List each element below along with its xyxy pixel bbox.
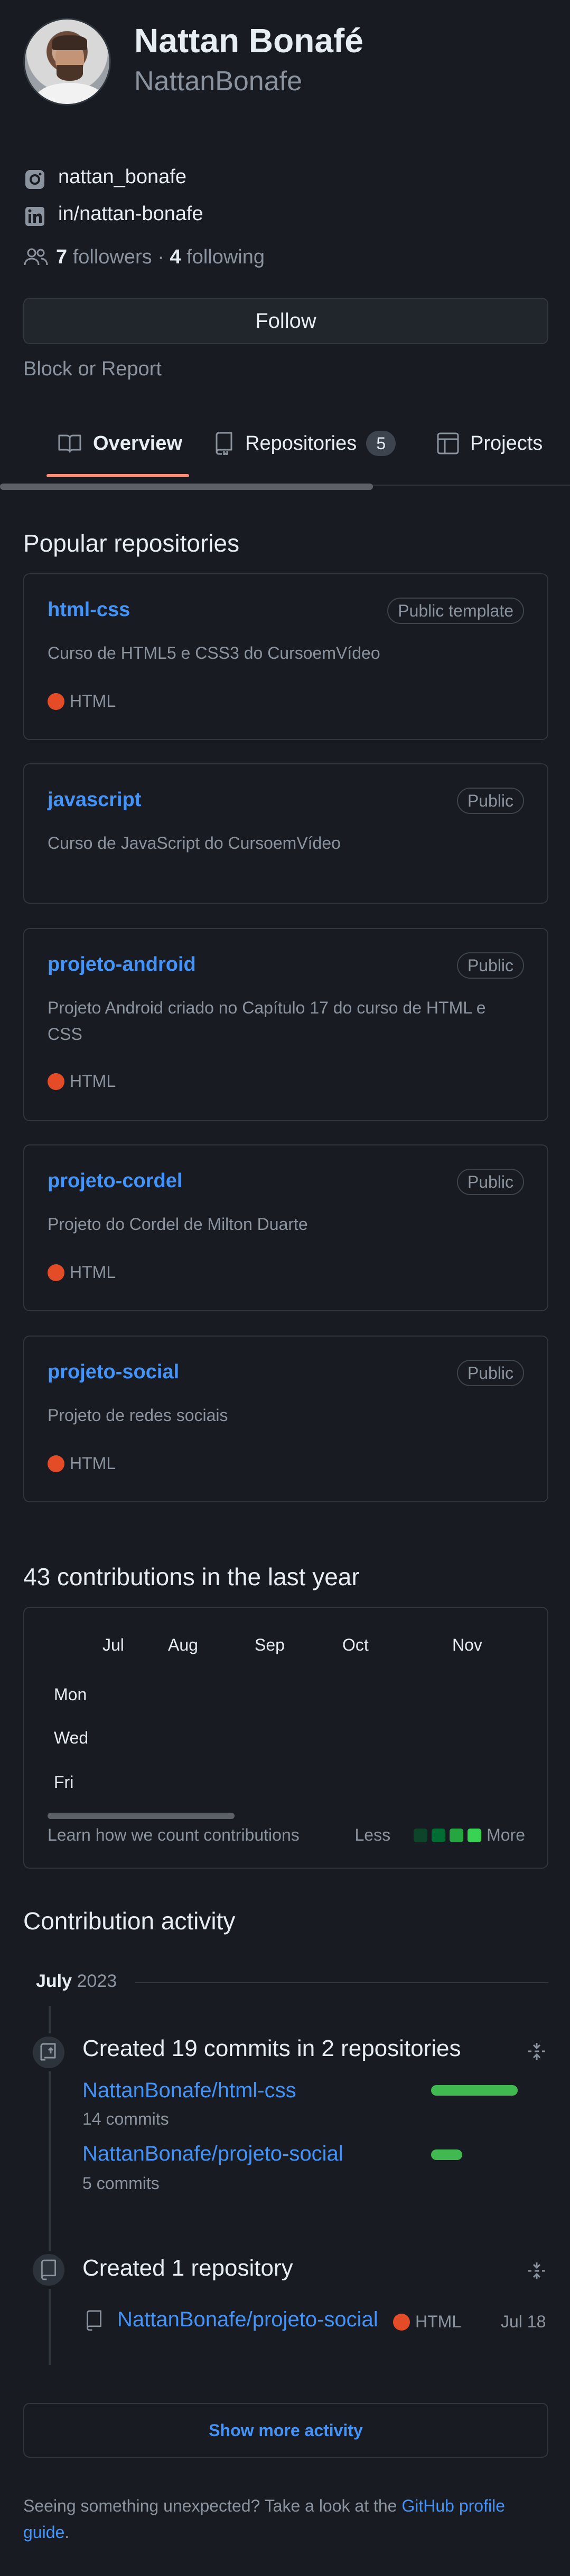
fold-icon[interactable] bbox=[526, 2041, 547, 2062]
visibility-badge: Public template bbox=[387, 598, 524, 624]
activity-month: July 2023 bbox=[35, 1971, 118, 1992]
calendar-day: Wed bbox=[54, 1728, 89, 1747]
created-repo-date: Jul 18 bbox=[501, 2312, 546, 2331]
calendar-month: Nov bbox=[452, 1635, 482, 1654]
calendar-month: Oct bbox=[342, 1635, 369, 1654]
calendar-day: Fri bbox=[54, 1773, 74, 1792]
legend-level-2 bbox=[432, 1828, 446, 1842]
instagram-icon bbox=[25, 170, 44, 189]
popular-repositories-heading: Popular repositories bbox=[23, 529, 240, 557]
people-icon bbox=[24, 248, 48, 266]
follow-stats: 7 followers · 4 following bbox=[23, 246, 265, 269]
language-color-dot bbox=[48, 1264, 64, 1281]
linkedin-icon bbox=[25, 207, 44, 226]
linkedin-link[interactable]: in/nattan-bonafe bbox=[58, 203, 203, 225]
commit-share-bar bbox=[431, 2149, 462, 2160]
visibility-badge: Public bbox=[456, 788, 524, 814]
tab-projects[interactable]: Projects bbox=[436, 429, 543, 458]
repositories-count: 5 bbox=[366, 431, 396, 456]
repo-icon bbox=[216, 432, 232, 455]
created-repo-link[interactable]: NattanBonafe/projeto-social bbox=[117, 2308, 378, 2332]
contribution-legend: Less More bbox=[354, 1825, 526, 1844]
language-color-dot bbox=[48, 1073, 64, 1090]
avatar[interactable] bbox=[23, 18, 111, 106]
calendar-month: Jul bbox=[102, 1635, 124, 1654]
contribution-activity-heading: Contribution activity bbox=[23, 1907, 236, 1935]
show-more-activity-button[interactable]: Show more activity bbox=[23, 2403, 548, 2458]
profile-login: NattanBonafe bbox=[134, 66, 303, 97]
tab-selected-indicator bbox=[46, 474, 189, 477]
repo-description: Curso de HTML5 e CSS3 do CursoemVídeo bbox=[48, 643, 380, 662]
tab-overview[interactable]: Overview bbox=[57, 429, 182, 458]
learn-contributions-link[interactable]: Learn how we count contributions bbox=[48, 1825, 300, 1845]
contributions-heading: 43 contributions in the last year bbox=[23, 1563, 360, 1590]
repo-card: html-css Public template Curso de HTML5 … bbox=[23, 573, 548, 740]
follow-button[interactable]: Follow bbox=[23, 298, 548, 344]
repo-link[interactable]: projeto-cordel bbox=[48, 1170, 182, 1192]
repo-language: HTML bbox=[48, 1454, 116, 1473]
tab-label: Repositories bbox=[245, 432, 357, 454]
footer-note: Seeing something unexpected? Take a look… bbox=[23, 2496, 505, 2542]
contribution-calendar: Jul Aug Sep Oct Nov Mon Wed Fri Learn ho… bbox=[23, 1607, 548, 1869]
block-report-link[interactable]: Block or Report bbox=[23, 358, 162, 381]
commits-event-title: Created 19 commits in 2 repositories bbox=[82, 2035, 461, 2061]
legend-level-4 bbox=[468, 1828, 482, 1842]
repo-language: HTML bbox=[48, 692, 116, 711]
tab-repositories[interactable]: Repositories 5 bbox=[213, 429, 396, 458]
language-color-dot bbox=[48, 1455, 64, 1472]
language-color-dot bbox=[48, 693, 64, 710]
tabs-scrollbar[interactable] bbox=[0, 484, 373, 490]
repo-description: Projeto de redes sociais bbox=[48, 1406, 228, 1425]
repo-language: HTML bbox=[48, 1072, 116, 1091]
commit-share-bar bbox=[431, 2085, 518, 2096]
language-color-dot bbox=[393, 2313, 410, 2331]
following-link[interactable]: 4 following bbox=[170, 246, 265, 268]
repo-event-icon bbox=[30, 2251, 68, 2289]
repo-event-title: Created 1 repository bbox=[82, 2255, 293, 2281]
repo-card: projeto-cordel Public Projeto do Cordel … bbox=[23, 1144, 548, 1311]
commit-count: 14 commits bbox=[82, 2109, 169, 2128]
repo-language: HTML bbox=[48, 1263, 116, 1282]
repo-link[interactable]: javascript bbox=[48, 789, 141, 811]
table-icon bbox=[437, 432, 459, 454]
repo-description: Projeto do Cordel de Milton Duarte bbox=[48, 1215, 308, 1234]
profile-name: Nattan Bonafé bbox=[134, 22, 363, 60]
repo-link[interactable]: html-css bbox=[48, 599, 130, 621]
visibility-badge: Public bbox=[456, 1169, 524, 1195]
followers-link[interactable]: 7 followers bbox=[56, 246, 152, 268]
commit-repo-link[interactable]: NattanBonafe/projeto-social bbox=[82, 2142, 343, 2166]
book-icon bbox=[58, 434, 81, 453]
repo-link[interactable]: projeto-social bbox=[48, 1361, 179, 1384]
legend-level-1 bbox=[414, 1828, 428, 1842]
calendar-month: Aug bbox=[168, 1635, 198, 1654]
legend-level-3 bbox=[450, 1828, 464, 1842]
calendar-month: Sep bbox=[255, 1635, 285, 1654]
repo-icon bbox=[87, 2310, 101, 2331]
commit-repo-link[interactable]: NattanBonafe/html-css bbox=[82, 2079, 296, 2103]
repo-link[interactable]: projeto-android bbox=[48, 953, 196, 976]
repo-description: Projeto Android criado no Capítulo 17 do… bbox=[48, 998, 486, 1044]
calendar-day: Mon bbox=[54, 1685, 87, 1704]
commit-count: 5 commits bbox=[82, 2174, 160, 2193]
month-divider bbox=[135, 1982, 548, 1983]
visibility-badge: Public bbox=[456, 952, 524, 979]
visibility-badge: Public bbox=[456, 1360, 524, 1386]
fold-icon[interactable] bbox=[526, 2260, 547, 2281]
repo-card: projeto-social Public Projeto de redes s… bbox=[23, 1336, 548, 1502]
repo-card: javascript Public Curso de JavaScript do… bbox=[23, 763, 548, 904]
repo-description: Curso de JavaScript do CursoemVídeo bbox=[48, 834, 341, 853]
tab-label: Projects bbox=[470, 432, 543, 454]
instagram-link[interactable]: nattan_bonafe bbox=[58, 166, 186, 188]
commit-event-icon bbox=[30, 2033, 68, 2071]
repo-card: projeto-android Public Projeto Android c… bbox=[23, 928, 548, 1121]
tab-label: Overview bbox=[93, 432, 182, 454]
created-repo-language: HTML bbox=[393, 2312, 461, 2332]
calendar-scrollbar[interactable] bbox=[48, 1813, 235, 1819]
